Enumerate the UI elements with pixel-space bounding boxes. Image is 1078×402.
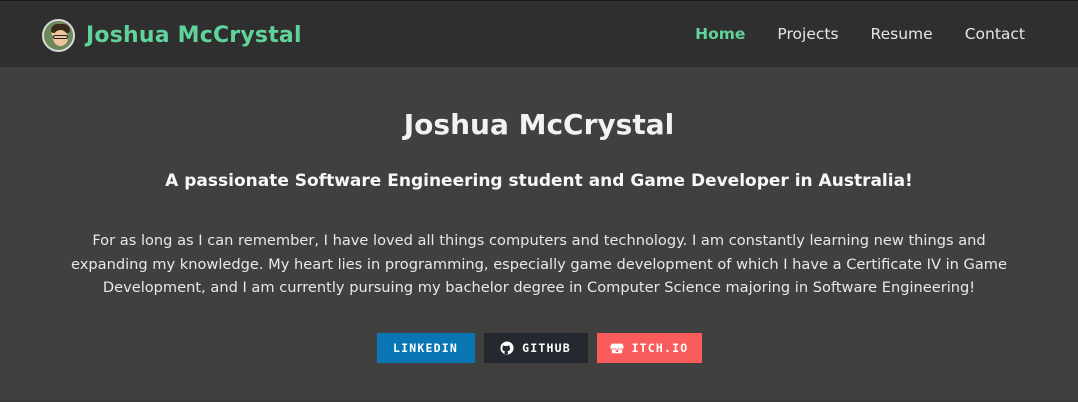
nav-contact[interactable]: Contact [965, 25, 1025, 43]
itchio-label: ITCH.IO [631, 341, 689, 355]
brand-link[interactable]: Joshua McCrystal [42, 18, 302, 52]
brand-name: Joshua McCrystal [86, 22, 302, 48]
linkedin-label: LINKEDIN [393, 341, 458, 355]
nav-home[interactable]: Home [695, 25, 745, 43]
github-icon [500, 341, 514, 355]
hero-subtitle: A passionate Software Engineering studen… [165, 171, 913, 191]
linkedin-button[interactable]: LINKEDIN [376, 333, 475, 363]
itchio-icon [610, 343, 624, 354]
social-links: LINKEDIN GITHUB ITCH.IO [0, 333, 1078, 363]
github-button[interactable]: GITHUB [483, 333, 588, 363]
navbar: Joshua McCrystal Home Projects Resume Co… [0, 0, 1078, 67]
nav-links: Home Projects Resume Contact [695, 25, 1025, 43]
github-label: GITHUB [522, 341, 571, 355]
nav-projects[interactable]: Projects [777, 25, 838, 43]
avatar [42, 18, 75, 52]
hero-title: Joshua McCrystal [403, 108, 675, 141]
itchio-button[interactable]: ITCH.IO [596, 333, 702, 363]
nav-resume[interactable]: Resume [871, 25, 933, 43]
hero-body: For as long as I can remember, I have lo… [71, 232, 1007, 296]
page: Joshua McCrystal Home Projects Resume Co… [0, 0, 1078, 402]
